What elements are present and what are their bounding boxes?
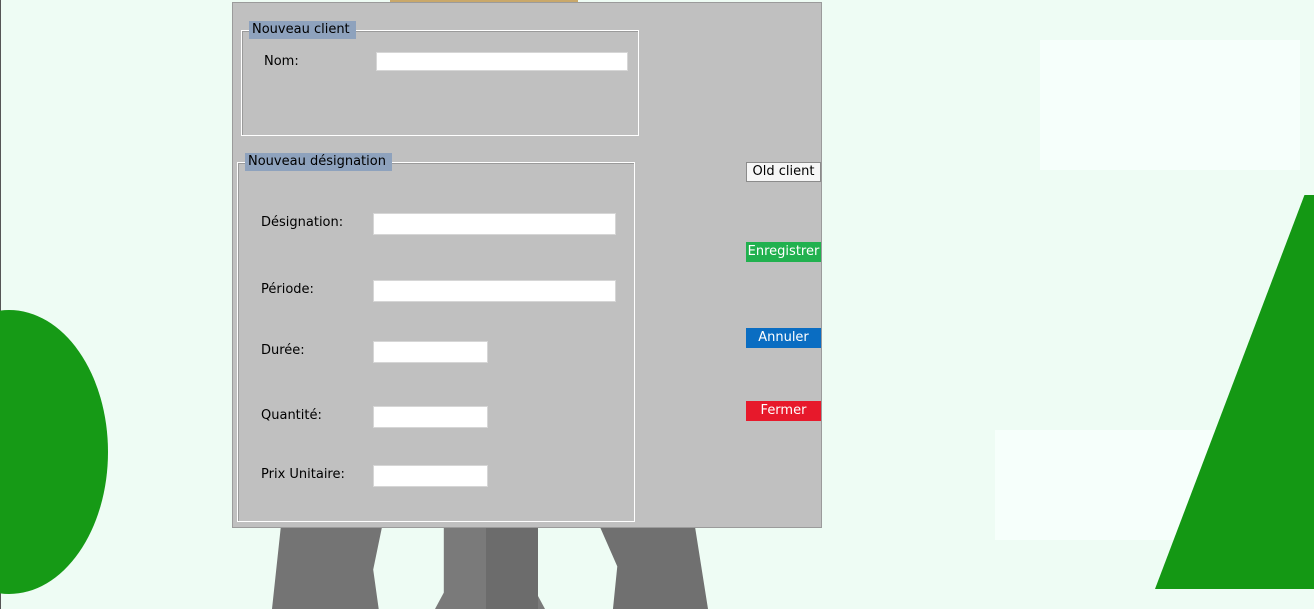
background-grey-shape: [272, 527, 382, 609]
background-green-circle: [0, 310, 108, 594]
background-grey-shape: [486, 527, 538, 609]
old-client-button[interactable]: Old client: [746, 162, 821, 182]
desktop-background: Nouveau client Nom: Nouveau désignation …: [0, 0, 1314, 609]
designation-group: Nouveau désignation Désignation: Période…: [237, 153, 635, 522]
cancel-button[interactable]: Annuler: [746, 328, 821, 348]
periode-input[interactable]: [373, 280, 616, 302]
nom-label: Nom:: [264, 54, 299, 69]
background-green-shape: [1155, 195, 1314, 589]
client-form-dialog: Nouveau client Nom: Nouveau désignation …: [232, 2, 822, 528]
duree-input[interactable]: [373, 341, 488, 363]
designation-input[interactable]: [373, 213, 616, 235]
designation-label: Désignation:: [261, 215, 344, 230]
nom-input[interactable]: [376, 52, 628, 71]
quantite-input[interactable]: [373, 406, 488, 428]
client-group-title: Nouveau client: [249, 21, 356, 39]
save-button[interactable]: Enregistrer: [746, 242, 821, 262]
periode-label: Période:: [261, 282, 314, 297]
designation-group-title: Nouveau désignation: [245, 153, 392, 171]
close-button[interactable]: Fermer: [746, 401, 821, 421]
prix-unitaire-label: Prix Unitaire:: [261, 467, 345, 482]
prix-unitaire-input[interactable]: [373, 465, 488, 487]
client-group: Nouveau client Nom:: [241, 21, 639, 136]
duree-label: Durée:: [261, 343, 305, 358]
background-panel: [1040, 40, 1300, 170]
quantite-label: Quantité:: [261, 408, 322, 423]
background-grey-shape: [600, 527, 708, 609]
